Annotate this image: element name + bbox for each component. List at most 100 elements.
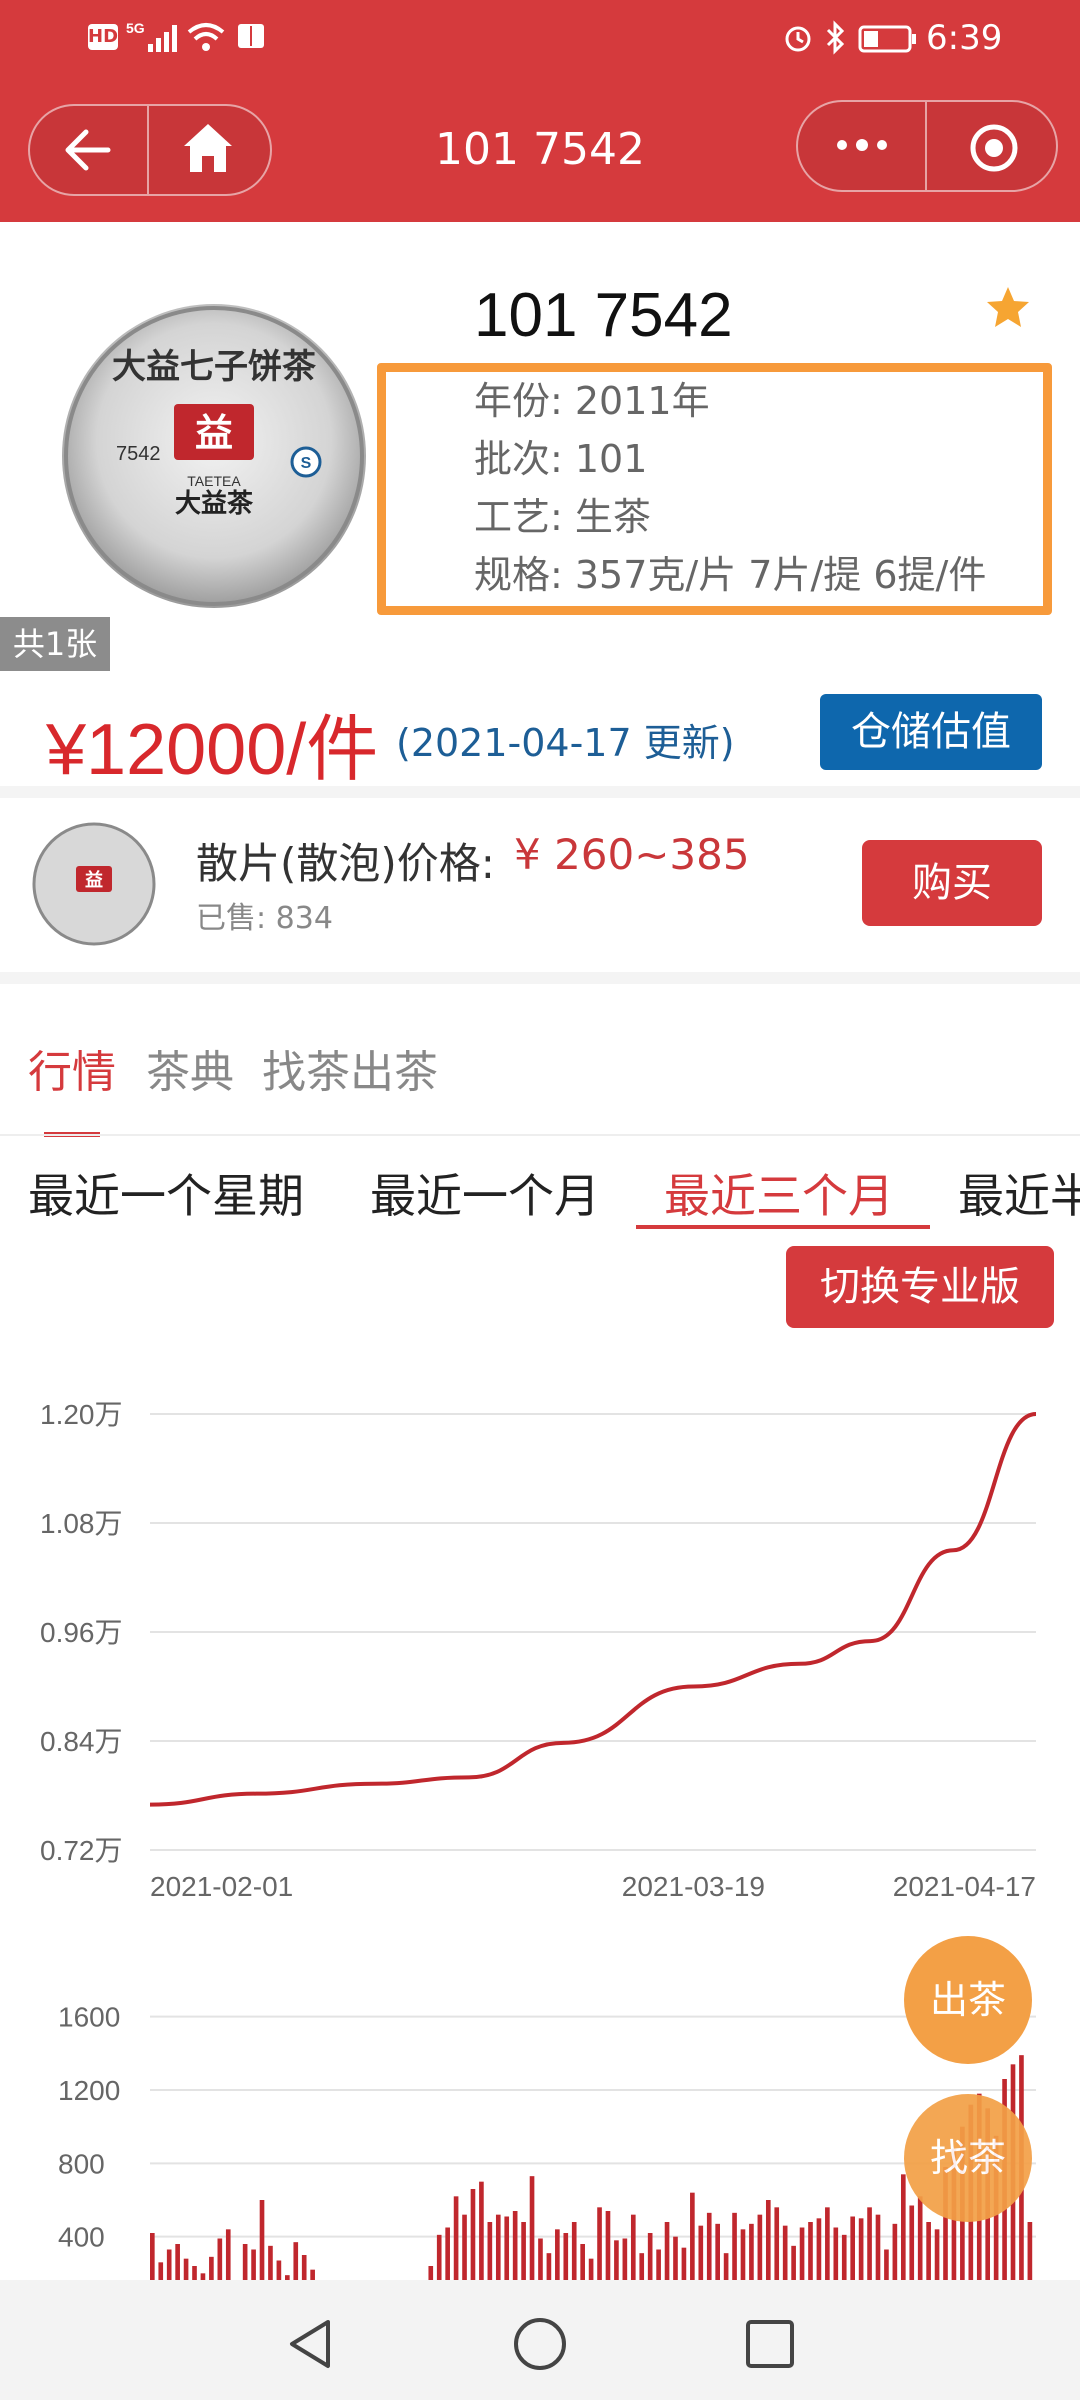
volume-bar [765,2200,771,2280]
volume-bar [808,2222,813,2280]
status-time: 6:39 [926,18,1003,58]
y-tick-label: 1200 [58,2075,120,2106]
range-week[interactable]: 最近一个星期 [28,1160,304,1226]
volume-bar [630,2214,636,2280]
volume-bar [706,2212,712,2280]
find-tea-fab[interactable]: 找茶 [904,2094,1032,2222]
svg-text:益: 益 [195,413,233,455]
buy-button[interactable]: 购买 [862,840,1042,926]
x-tick-label: 2021-04-17 [893,1871,1036,1902]
tab-market[interactable]: 行情 [28,1036,116,1100]
volume-bar [563,2233,569,2280]
volume-bar [841,2234,847,2280]
close-target-icon[interactable] [966,120,1022,176]
range-three-months[interactable]: 最近三个月 [664,1160,894,1226]
volume-bar [166,2249,172,2280]
volume-bar [495,2214,501,2280]
volume-bar [774,2207,780,2280]
switch-pro-button[interactable]: 切换专业版 [786,1246,1054,1328]
volume-bar [934,2229,940,2280]
volume-bar [301,2255,307,2280]
volume-bar [538,2238,543,2280]
sell-tea-fab[interactable]: 出茶 [904,1936,1032,2064]
product-spec: 规格: 357克/片 7片/提 6提/件 [474,553,987,597]
y-tick-label: 800 [58,2148,105,2179]
volume-bar [681,2247,687,2280]
price-update-date: (2021-04-17 更新) [396,721,735,765]
favorite-star-icon[interactable] [984,284,1032,332]
more-dots-icon[interactable] [832,130,892,160]
volume-bar [884,2249,889,2280]
volume-bar [436,2234,442,2280]
price-line-chart: 1.20万 1.08万 0.96万 0.84万 0.72万 2021-02-01 2021-… [40,1399,1037,1902]
volume-bar [512,2211,518,2280]
volume-bar [192,2266,197,2280]
image-count-badge: 共1张 [0,617,110,671]
volume-bar [673,2236,678,2280]
volume-bar [799,2227,805,2280]
tab-find-sell[interactable]: 找茶出茶 [262,1036,438,1100]
volume-bar [597,2207,602,2280]
volume-bar [917,2196,923,2280]
volume-bar [504,2216,510,2280]
volume-bar [521,2222,526,2280]
volume-bar [175,2244,180,2280]
alarm-icon [785,26,811,52]
volume-bar [723,2253,729,2280]
volume-bar [268,2245,273,2280]
wifi-icon [187,23,225,51]
volume-bar [1027,2222,1033,2280]
volume-bar [242,2244,248,2280]
volume-bar [909,2205,915,2280]
cake-code-text: 7542 [116,443,161,465]
volume-bar [647,2233,653,2280]
y-tick-label: 0.72万 [40,1835,123,1866]
volume-bar [580,2244,585,2280]
volume-bar [605,2211,611,2280]
volume-bar [816,2218,822,2280]
nav-home-icon[interactable] [510,2314,570,2374]
storage-value-button[interactable]: 仓储估值 [820,694,1042,770]
volume-bar [757,2214,763,2280]
bluetooth-icon [826,20,845,55]
volume-bar [900,2174,906,2280]
loose-image: 益 [32,822,156,946]
volume-bar [664,2222,670,2280]
y-tick-label: 1.20万 [40,1399,123,1430]
product-year: 年份: 2011年 [474,379,710,423]
product-process: 工艺: 生茶 [474,495,651,539]
tea-cake-image: 大益七子饼茶 益 7542 TAETEA 大益茶 S [62,304,366,608]
loose-price-value: ¥ 260~385 [514,830,750,879]
volume-bar [428,2266,434,2280]
tab-encyclopedia[interactable]: 茶典 [146,1036,234,1100]
book-icon [238,24,264,48]
volume-bar [749,2223,754,2280]
y-tick-label: 1.08万 [40,1508,123,1539]
svg-text:S: S [301,455,312,472]
range-month[interactable]: 最近一个月 [370,1160,600,1226]
range-active-indicator [636,1225,930,1229]
price-series-line [149,1412,1037,1807]
volume-bar [529,2176,535,2280]
volume-bar [892,2223,898,2280]
volume-bar [614,2240,619,2280]
volume-bar [639,2253,645,2280]
y-tick-label: 400 [58,2222,105,2253]
volume-bar [588,2258,594,2280]
nav-recents-icon[interactable] [740,2314,800,2374]
volume-bar [690,2192,695,2280]
volume-bar [546,2253,552,2280]
x-tick-label: 2021-02-01 [150,1871,293,1902]
cake-sub-text: TAETEA [187,473,241,489]
divider [0,972,1080,984]
volume-bar [622,2238,628,2280]
volume-bar [858,2218,864,2280]
volume-bar [158,2262,164,2280]
product-price: ¥12000/件 [46,710,379,790]
volume-bar [740,2229,746,2280]
5g-signal-icon: 5G [126,20,177,52]
volume-bar [867,2207,872,2280]
range-half-year[interactable]: 最近半 [958,1160,1080,1226]
product-image[interactable]: 大益七子饼茶 益 7542 TAETEA 大益茶 S [58,300,370,612]
nav-back-icon[interactable] [280,2314,340,2374]
